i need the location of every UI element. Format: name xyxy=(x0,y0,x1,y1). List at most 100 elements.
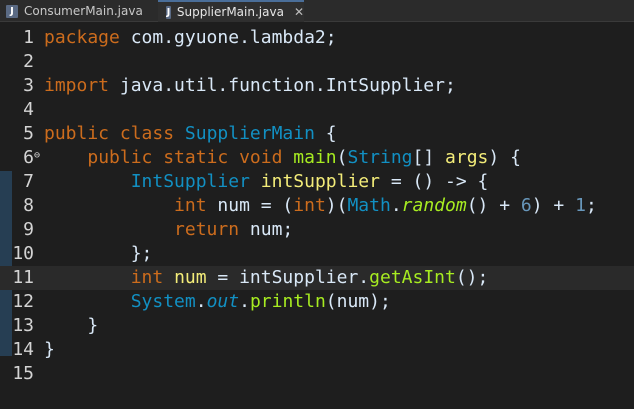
code-token: (); xyxy=(455,267,489,288)
line-number: 6 xyxy=(23,147,34,168)
code-text: int num = intSupplier.getAsInt(); xyxy=(44,266,489,290)
tab-suppliermain[interactable]: J SupplierMain.java ✕ xyxy=(158,0,304,22)
code-token: com.gyuone.lambda2; xyxy=(119,27,337,48)
code-line[interactable]: 3 import java.util.function.IntSupplier; xyxy=(0,74,634,98)
tab-label: ConsumerMain.java xyxy=(24,4,143,18)
code-token: SupplierMain xyxy=(184,123,315,144)
code-text: } xyxy=(44,338,55,362)
line-number: 14 xyxy=(12,339,34,360)
code-token: IntSupplier xyxy=(130,171,250,192)
close-icon[interactable]: ✕ xyxy=(294,5,304,19)
fold-minus-icon[interactable]: ⊖ xyxy=(34,150,44,161)
code-text: public static void main(String[] args) { xyxy=(44,146,521,170)
code-text: IntSupplier intSupplier = () -> { xyxy=(44,170,489,194)
java-file-icon: J xyxy=(6,4,18,18)
code-token: int xyxy=(293,195,326,216)
code-line[interactable]: 12 System.out.println(num); xyxy=(0,290,634,314)
code-token: intSupplier xyxy=(260,171,380,192)
code-token: args xyxy=(445,147,489,168)
line-number: 9 xyxy=(23,219,34,240)
code-text: package com.gyuone.lambda2; xyxy=(44,26,337,50)
code-token: () + xyxy=(466,195,521,216)
code-token: Math xyxy=(347,195,391,216)
line-number: 4 xyxy=(23,99,34,120)
line-number: 11 xyxy=(12,267,34,288)
code-token: package xyxy=(44,27,120,48)
code-token: }; xyxy=(44,243,153,264)
code-line[interactable]: 13 } xyxy=(0,314,634,338)
line-number: 1 xyxy=(23,27,34,48)
code-token: . xyxy=(195,291,207,312)
code-token: System xyxy=(130,291,196,312)
line-number: 13 xyxy=(12,315,34,336)
code-token: 6 xyxy=(520,195,532,216)
line-number: 15 xyxy=(12,363,34,384)
code-line[interactable]: 8 int num = (int)(Math.random() + 6) + 1… xyxy=(0,194,634,218)
code-token: } xyxy=(44,339,55,360)
code-line[interactable]: 5 public class SupplierMain { xyxy=(0,122,634,146)
code-token: = () -> { xyxy=(379,171,489,192)
line-number: 12 xyxy=(12,291,34,312)
tab-consumermain[interactable]: J ConsumerMain.java xyxy=(0,0,152,22)
code-text: int num = (int)(Math.random() + 6) + 1; xyxy=(44,194,597,218)
code-line[interactable]: 11 int num = intSupplier.getAsInt(); xyxy=(0,266,634,290)
code-line[interactable]: 1 package com.gyuone.lambda2; xyxy=(0,26,634,50)
code-editor[interactable]: 1 package com.gyuone.lambda2; 2 3 import jav… xyxy=(0,22,634,409)
code-line[interactable]: 9 return num; xyxy=(0,218,634,242)
code-text: public class SupplierMain { xyxy=(44,122,337,146)
code-token: println xyxy=(249,291,326,312)
code-token: { xyxy=(314,123,337,144)
code-token: String xyxy=(347,147,413,168)
code-token: int xyxy=(174,195,207,216)
code-token: ; xyxy=(585,195,597,216)
code-line[interactable]: 15 xyxy=(0,362,634,386)
code-token: getAsInt xyxy=(369,267,456,288)
code-token: . xyxy=(239,291,250,312)
tab-label: SupplierMain.java xyxy=(176,5,284,19)
code-token: ) { xyxy=(488,147,521,168)
code-text: import java.util.function.IntSupplier; xyxy=(44,74,456,98)
code-line[interactable]: 2 xyxy=(0,50,634,74)
line-number: 2 xyxy=(23,51,34,72)
code-line[interactable]: 7 IntSupplier intSupplier = () -> { xyxy=(0,170,634,194)
line-number: 10 xyxy=(12,243,34,264)
code-token: main xyxy=(293,147,337,168)
line-number: 3 xyxy=(23,75,34,96)
code-line[interactable]: 10 }; xyxy=(0,242,634,266)
code-token: [] xyxy=(412,147,446,168)
code-token: public static void xyxy=(87,147,283,168)
code-text: }; xyxy=(44,242,153,266)
code-text: return num; xyxy=(44,218,293,242)
code-token: 1 xyxy=(575,195,586,216)
editor-tab-bar: J ConsumerMain.java J SupplierMain.java … xyxy=(0,0,634,22)
code-text: System.out.println(num); xyxy=(44,290,391,314)
code-line[interactable]: 6 ⊖ public static void main(String[] args… xyxy=(0,146,634,170)
code-token: java.util.function.IntSupplier; xyxy=(109,75,456,96)
code-token: )( xyxy=(325,195,348,216)
code-token: ( xyxy=(336,147,348,168)
code-token: num; xyxy=(239,219,294,240)
line-number: 7 xyxy=(23,171,34,192)
code-token: random xyxy=(401,195,467,216)
line-number: 5 xyxy=(23,123,34,144)
code-text: } xyxy=(44,314,98,338)
code-token: num = ( xyxy=(206,195,294,216)
code-line[interactable]: 14} xyxy=(0,338,634,362)
code-token: (num); xyxy=(325,291,391,312)
code-token: } xyxy=(44,315,99,336)
code-token: . xyxy=(390,195,402,216)
code-line[interactable]: 4 xyxy=(0,98,634,122)
code-token: out xyxy=(206,291,240,312)
code-token: public class xyxy=(44,123,175,144)
code-token: num xyxy=(174,267,207,288)
